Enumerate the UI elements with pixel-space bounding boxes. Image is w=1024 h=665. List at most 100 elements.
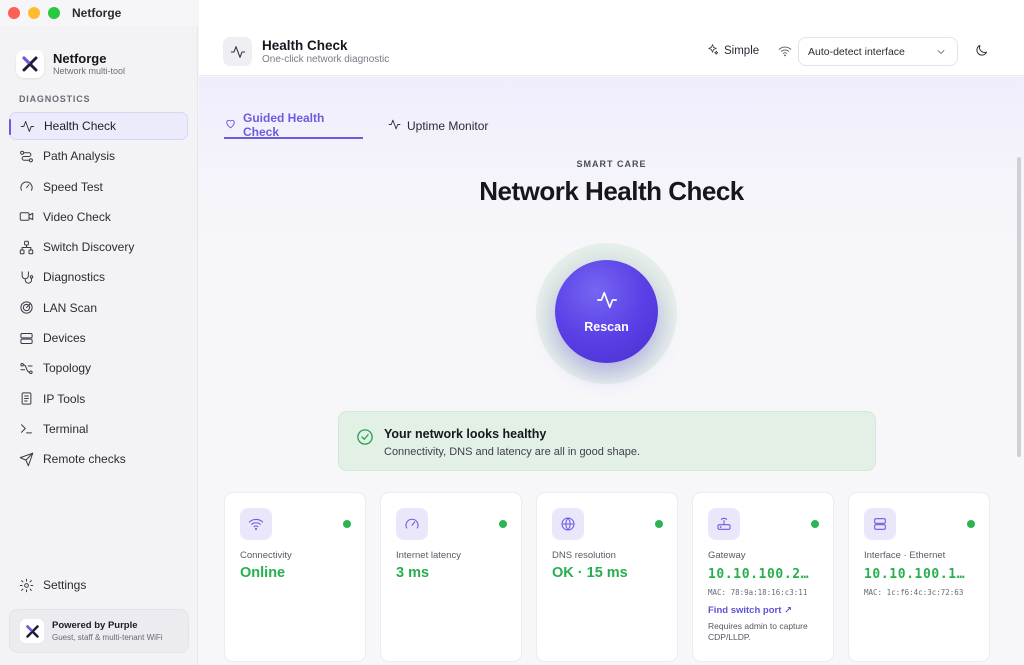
- card-internet-latency: Internet latency 3 ms: [380, 492, 522, 662]
- banner-text: Connectivity, DNS and latency are all in…: [384, 446, 640, 458]
- section-label-diagnostics: DIAGNOSTICS: [19, 94, 91, 104]
- title-bar: Netforge: [0, 0, 198, 26]
- tab-guided-health-check[interactable]: Guided Health Check: [224, 110, 363, 139]
- tab-uptime-monitor[interactable]: Uptime Monitor: [388, 112, 488, 139]
- status-cards: Connectivity Online Internet latency 3 m…: [224, 492, 990, 662]
- pulse-icon: [596, 289, 618, 320]
- card-interface-ethernet: Interface · Ethernet 10.10.100.1… MAC: 1…: [848, 492, 990, 662]
- interface-select-value: Auto-detect interface: [808, 45, 905, 58]
- card-mac: MAC: 78:9a:18:16:c3:11: [708, 588, 808, 597]
- card-label: Internet latency: [396, 550, 461, 561]
- sidebar-item-topology[interactable]: Topology: [9, 354, 188, 382]
- sidebar-item-health-check[interactable]: Health Check: [9, 112, 188, 140]
- app-window: Netforge Netforge Network multi-tool DIA…: [0, 0, 1024, 665]
- card-connectivity: Connectivity Online: [224, 492, 366, 662]
- pulse-icon: [19, 118, 35, 134]
- check-circle-icon: [356, 428, 374, 446]
- dark-mode-toggle[interactable]: [974, 43, 990, 59]
- sidebar-item-video-check[interactable]: Video Check: [9, 203, 188, 231]
- status-dot: [967, 520, 975, 528]
- simple-mode-label: Simple: [724, 45, 760, 57]
- sidebar-item-diagnostics[interactable]: Diagnostics: [9, 263, 188, 291]
- sidebar-item-label: Terminal: [43, 421, 89, 436]
- powered-title: Powered by Purple: [52, 619, 138, 631]
- card-mac: MAC: 1c:f6:4c:3c:72:63: [864, 588, 964, 597]
- card-value: Online: [240, 565, 286, 581]
- radar-icon: [18, 300, 34, 316]
- sidebar-item-label: Devices: [43, 331, 86, 346]
- status-dot: [655, 520, 663, 528]
- page-subtitle: One-click network diagnostic: [262, 54, 390, 65]
- sidebar-item-remote-checks[interactable]: Remote checks: [9, 445, 188, 473]
- send-icon: [18, 451, 34, 467]
- window-controls: [0, 7, 60, 19]
- card-value: 3 ms: [396, 565, 430, 581]
- status-banner: Your network looks healthy Connectivity,…: [338, 411, 876, 471]
- sidebar-item-ip-tools[interactable]: IP Tools: [9, 385, 188, 413]
- sparkle-icon: [706, 43, 719, 59]
- card-label: Interface · Ethernet: [864, 550, 946, 561]
- wifi-icon: [778, 44, 792, 58]
- scrollbar[interactable]: [1017, 157, 1021, 457]
- topology-icon: [18, 360, 34, 376]
- zoom-window-button[interactable]: [48, 7, 60, 19]
- video-icon: [18, 209, 34, 225]
- ethernet-icon: [864, 508, 896, 540]
- sidebar-item-path-analysis[interactable]: Path Analysis: [9, 142, 188, 170]
- close-window-button[interactable]: [8, 7, 20, 19]
- window-title: Netforge: [72, 6, 122, 20]
- wifi-icon: [240, 508, 272, 540]
- router-icon: [708, 508, 740, 540]
- tab-label: Guided Health Check: [243, 110, 325, 139]
- card-label: DNS resolution: [552, 550, 616, 561]
- sidebar-item-label: Settings: [43, 578, 87, 592]
- sidebar-item-label: Speed Test: [43, 179, 103, 194]
- powered-subtitle: Guest, staff & multi-tenant WiFi: [52, 632, 163, 642]
- brand-name: Netforge: [53, 50, 107, 66]
- chevron-down-icon: [935, 46, 947, 58]
- sidebar-item-label: Topology: [43, 361, 92, 376]
- hero-title: Network Health Check: [479, 176, 744, 206]
- terminal-icon: [18, 421, 34, 437]
- sidebar-item-speed-test[interactable]: Speed Test: [9, 173, 188, 201]
- card-note: Requires admin to capture CDP/LLDP.: [708, 621, 808, 642]
- status-dot: [811, 520, 819, 528]
- rescan-button[interactable]: Rescan: [555, 260, 658, 363]
- powered-by-card[interactable]: Powered by Purple Guest, staff & multi-t…: [9, 609, 189, 653]
- sidebar-item-label: Remote checks: [43, 452, 126, 467]
- sidebar-item-label: LAN Scan: [43, 300, 98, 315]
- card-value: OK · 15 ms: [552, 565, 628, 581]
- card-value: 10.10.100.2…: [708, 567, 810, 582]
- card-label: Gateway: [708, 550, 746, 561]
- purple-logo-icon: [20, 619, 44, 643]
- sidebar-item-lan-scan[interactable]: LAN Scan: [9, 294, 188, 322]
- sidebar-item-label: Video Check: [43, 209, 111, 224]
- minimize-window-button[interactable]: [28, 7, 40, 19]
- card-label: Connectivity: [240, 550, 292, 561]
- sidebar-item-switch-discovery[interactable]: Switch Discovery: [9, 233, 188, 261]
- page-header: Health Check One-click network diagnosti…: [199, 0, 1024, 76]
- interface-select[interactable]: Auto-detect interface: [798, 37, 958, 66]
- tab-label: Uptime Monitor: [407, 118, 489, 133]
- sidebar-item-label: Diagnostics: [43, 270, 106, 285]
- sidebar-item-terminal[interactable]: Terminal: [9, 415, 188, 443]
- sidebar-item-label: IP Tools: [43, 391, 86, 406]
- server-icon: [18, 330, 34, 346]
- eyebrow-label: SMART CARE: [576, 159, 647, 169]
- rescan-label: Rescan: [584, 320, 629, 334]
- brand-subtitle: Network multi-tool: [53, 65, 126, 76]
- moon-icon: [974, 45, 989, 62]
- card-dns-resolution: DNS resolution OK · 15 ms: [536, 492, 678, 662]
- document-icon: [18, 391, 34, 407]
- stethoscope-icon: [18, 269, 34, 285]
- sidebar-item-devices[interactable]: Devices: [9, 324, 188, 352]
- network-icon: [18, 239, 34, 255]
- pulse-icon: [223, 37, 252, 66]
- find-switch-port-link[interactable]: Find switch port ↗: [708, 605, 792, 616]
- simple-mode-button[interactable]: Simple: [706, 43, 759, 59]
- sidebar-item-settings[interactable]: Settings: [9, 571, 188, 599]
- gauge-icon: [18, 179, 34, 195]
- brand: Netforge Network multi-tool: [0, 26, 197, 86]
- card-value: 10.10.100.1…: [864, 567, 966, 582]
- main-content: Guided Health Check Uptime Monitor SMART…: [199, 77, 1024, 665]
